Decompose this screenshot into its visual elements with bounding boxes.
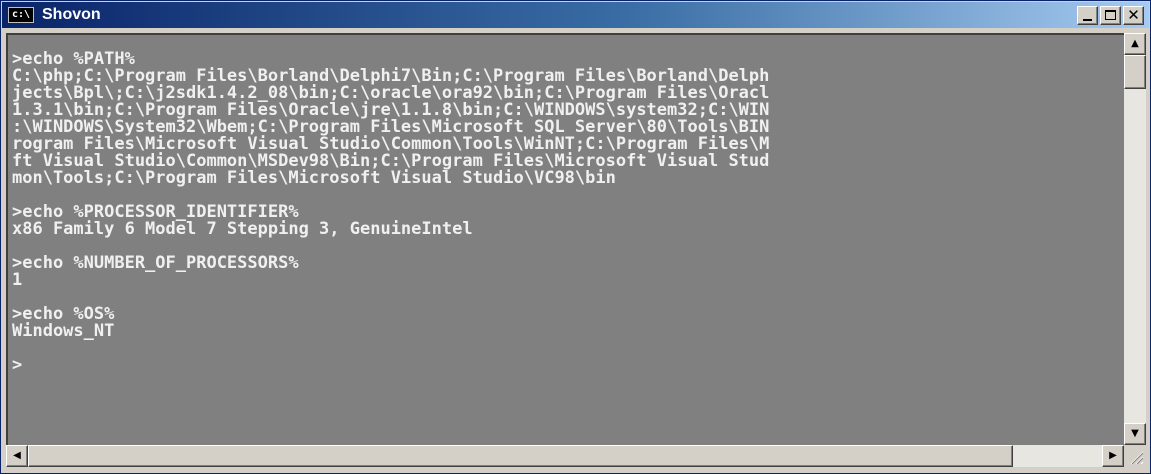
console-window: c:\ Shovon ✕ >echo %PATH% C:\php;C:\Prog… (0, 0, 1151, 474)
horizontal-scrollbar[interactable]: ◀ ▶ (6, 445, 1124, 467)
close-button[interactable]: ✕ (1123, 6, 1144, 25)
scroll-left-button[interactable]: ◀ (6, 445, 28, 467)
scroll-up-icon: ▲ (1131, 38, 1139, 49)
minimize-button[interactable] (1077, 6, 1098, 25)
console-line: > (12, 355, 23, 375)
console-line: Windows_NT (12, 321, 115, 341)
scroll-right-button[interactable]: ▶ (1102, 445, 1124, 467)
scroll-down-button[interactable]: ▼ (1124, 423, 1146, 445)
horizontal-scroll-thumb[interactable] (28, 445, 1013, 467)
console-text: >echo %PATH% C:\php;C:\Program Files\Bor… (8, 35, 1124, 374)
scroll-down-icon: ▼ (1131, 428, 1139, 439)
maximize-icon (1105, 10, 1116, 20)
console-line: mon\Tools;C:\Program Files\Microsoft Vis… (12, 168, 616, 188)
scroll-right-icon: ▶ (1109, 450, 1117, 461)
console-app-icon[interactable]: c:\ (8, 7, 34, 23)
console-output-area[interactable]: >echo %PATH% C:\php;C:\Program Files\Bor… (6, 33, 1124, 445)
console-line: >echo %NUMBER_OF_PROCESSORS% (12, 253, 299, 273)
window-title: Shovon (42, 6, 101, 23)
resize-grip[interactable] (1124, 445, 1146, 467)
vertical-scroll-thumb[interactable] (1124, 55, 1146, 89)
resize-grip-icon (1130, 451, 1144, 465)
scroll-left-icon: ◀ (13, 450, 21, 461)
vertical-scrollbar[interactable]: ▲ ▼ (1124, 33, 1146, 445)
console-line: 1 (12, 270, 23, 290)
close-icon: ✕ (1127, 6, 1140, 24)
maximize-button[interactable] (1100, 6, 1121, 25)
console-line: x86 Family 6 Model 7 Stepping 3, Genuine… (12, 219, 473, 239)
minimize-icon (1083, 19, 1092, 21)
title-bar[interactable]: c:\ Shovon ✕ (2, 2, 1149, 28)
scroll-up-button[interactable]: ▲ (1124, 33, 1146, 55)
